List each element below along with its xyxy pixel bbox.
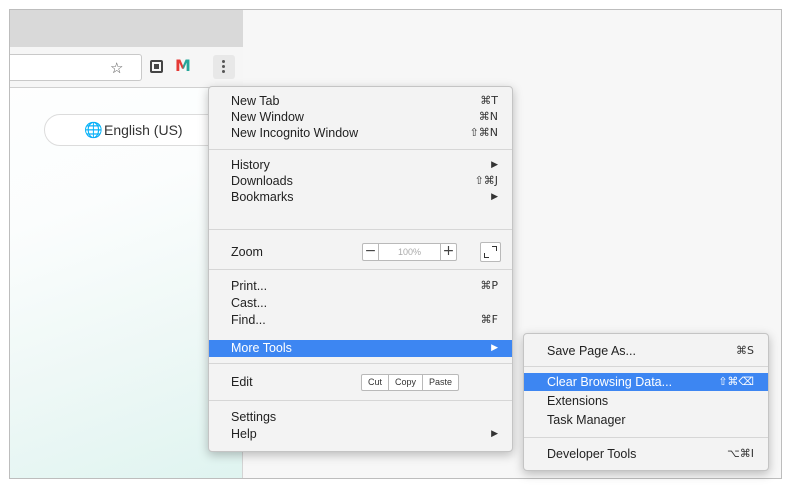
zoom-control: − 100% + xyxy=(362,243,457,261)
tab-strip xyxy=(10,10,243,47)
menu-item-settings[interactable]: Settings xyxy=(209,408,512,426)
menu-item-label: Edit xyxy=(231,375,253,389)
zoom-in-button[interactable]: + xyxy=(440,244,456,260)
menu-item-extensions[interactable]: Extensions xyxy=(524,392,768,410)
more-tools-submenu: Save Page As... ⌘S Clear Browsing Data..… xyxy=(523,333,769,471)
submenu-arrow-icon: ▶ xyxy=(491,343,498,353)
menu-item-print[interactable]: Print... ⌘P xyxy=(209,277,512,295)
zoom-level: 100% xyxy=(397,247,422,257)
shortcut-label: ⇧⌘N xyxy=(469,126,498,139)
menu-item-label: Task Manager xyxy=(547,413,626,427)
menu-item-label: More Tools xyxy=(231,341,292,355)
menu-item-cast[interactable]: Cast... xyxy=(209,294,512,312)
shortcut-label: ⇧⌘⌫ xyxy=(718,375,754,388)
menu-item-find[interactable]: Find... ⌘F xyxy=(209,311,512,329)
shortcut-label: ⌘F xyxy=(480,313,498,326)
extension-icon[interactable] xyxy=(150,60,163,73)
menu-separator xyxy=(524,437,768,438)
edit-button-group: Cut Copy Paste xyxy=(361,374,460,391)
shortcut-label: ⌘P xyxy=(480,279,498,292)
menu-item-label: Cast... xyxy=(231,296,268,310)
menu-item-label: Bookmarks xyxy=(231,190,294,204)
menu-item-new-incognito-window[interactable]: New Incognito Window ⇧⌘N xyxy=(209,124,512,142)
menu-separator xyxy=(209,400,512,401)
menu-item-label: Find... xyxy=(231,313,266,327)
menu-separator xyxy=(209,229,512,230)
menu-item-label: Settings xyxy=(231,410,277,424)
menu-separator xyxy=(524,366,768,367)
menu-item-developer-tools[interactable]: Developer Tools ⌥⌘I xyxy=(524,445,768,463)
m-extension-icon[interactable]: M xyxy=(175,56,191,75)
star-icon[interactable]: ☆ xyxy=(110,59,123,77)
shortcut-label: ⌘S xyxy=(736,344,754,357)
fullscreen-icon[interactable] xyxy=(480,242,501,262)
globe-icon: 🌐 xyxy=(84,121,103,139)
chrome-main-menu: New Tab ⌘T New Window ⌘N New Incognito W… xyxy=(208,86,513,452)
menu-separator xyxy=(209,363,512,364)
paste-button[interactable]: Paste xyxy=(422,375,458,390)
menu-item-clear-browsing-data[interactable]: Clear Browsing Data... ⇧⌘⌫ xyxy=(524,373,768,391)
menu-item-label: Print... xyxy=(231,279,268,293)
menu-item-save-page-as[interactable]: Save Page As... ⌘S xyxy=(524,342,768,360)
menu-item-label: Developer Tools xyxy=(547,447,637,461)
language-label: English (US) xyxy=(104,122,183,138)
copy-button[interactable]: Copy xyxy=(388,375,422,390)
menu-separator xyxy=(209,149,512,150)
menu-item-label: Save Page As... xyxy=(547,344,636,358)
menu-item-more-tools[interactable]: More Tools ▶ xyxy=(209,340,512,357)
address-bar[interactable]: ☆ xyxy=(10,54,142,81)
zoom-out-button[interactable]: − xyxy=(363,244,379,260)
menu-item-label: Clear Browsing Data... xyxy=(547,375,673,389)
language-button[interactable]: 🌐 English (US) xyxy=(44,114,224,146)
menu-item-label: Help xyxy=(231,427,257,441)
submenu-arrow-icon: ▶ xyxy=(491,192,498,202)
cut-button[interactable]: Cut xyxy=(362,375,388,390)
menu-item-zoom: Zoom xyxy=(209,243,512,261)
browser-toolbar: ☆ M xyxy=(10,47,243,88)
kebab-menu-icon[interactable] xyxy=(213,55,235,79)
menu-separator xyxy=(209,269,512,270)
menu-item-help[interactable]: Help ▶ xyxy=(209,425,512,443)
menu-item-bookmarks[interactable]: Bookmarks ▶ xyxy=(209,188,512,206)
submenu-arrow-icon: ▶ xyxy=(491,429,498,439)
shortcut-label: ⌥⌘I xyxy=(727,447,754,460)
menu-item-label: New Incognito Window xyxy=(231,126,359,140)
menu-item-task-manager[interactable]: Task Manager xyxy=(524,411,768,429)
menu-item-label: Zoom xyxy=(231,245,263,259)
menu-item-label: Extensions xyxy=(547,394,609,408)
